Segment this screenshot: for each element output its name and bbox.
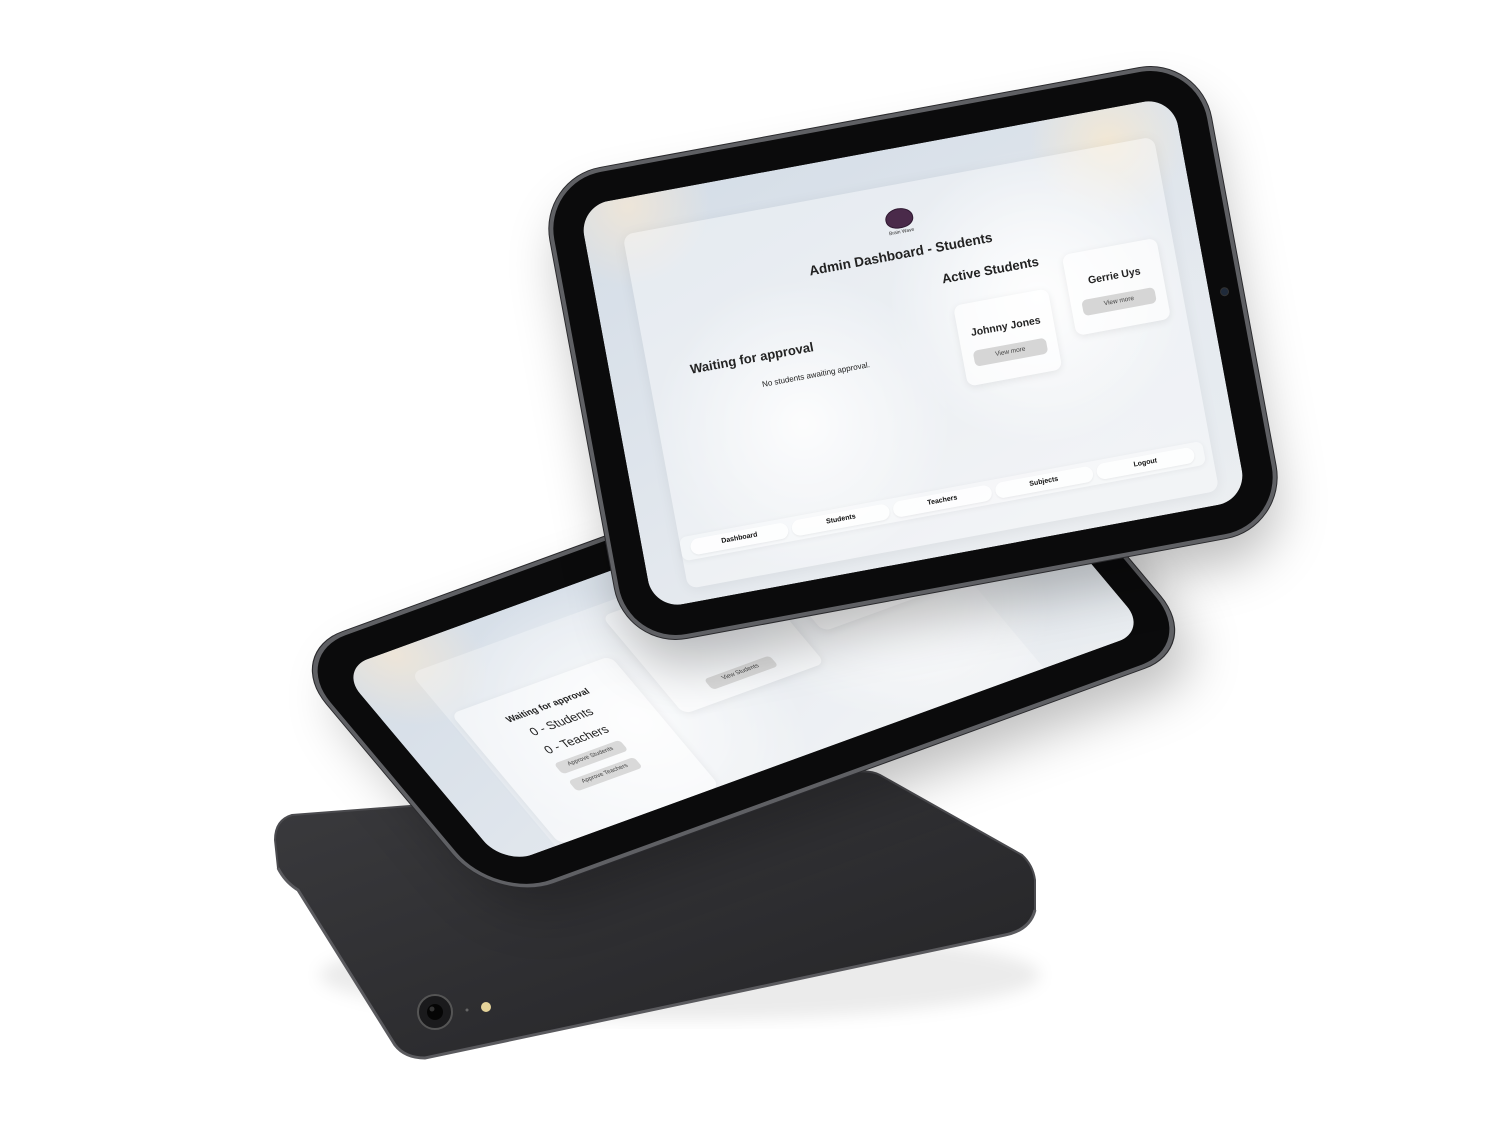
student-card: Gerrie Uys View more bbox=[1061, 237, 1172, 336]
view-more-button[interactable]: View more bbox=[1081, 286, 1157, 317]
waiting-approval-title: Waiting for approval bbox=[688, 339, 815, 377]
students-screen: Brain Wave Admin Dashboard - Students Wa… bbox=[578, 96, 1248, 610]
active-students-title: Active Students bbox=[940, 253, 1040, 287]
student-name: Gerrie Uys bbox=[1087, 265, 1142, 287]
front-camera-icon bbox=[1220, 287, 1229, 296]
student-card: Johnny Jones View more bbox=[953, 288, 1063, 387]
students-panel: Brain Wave Admin Dashboard - Students Wa… bbox=[622, 136, 1220, 589]
waiting-approval-text: No students awaiting approval. bbox=[761, 360, 871, 389]
rear-camera-icon bbox=[417, 994, 453, 1030]
view-more-button[interactable]: View more bbox=[972, 337, 1049, 367]
student-name: Johnny Jones bbox=[969, 314, 1042, 339]
brain-wave-logo[interactable]: Brain Wave bbox=[881, 205, 919, 238]
